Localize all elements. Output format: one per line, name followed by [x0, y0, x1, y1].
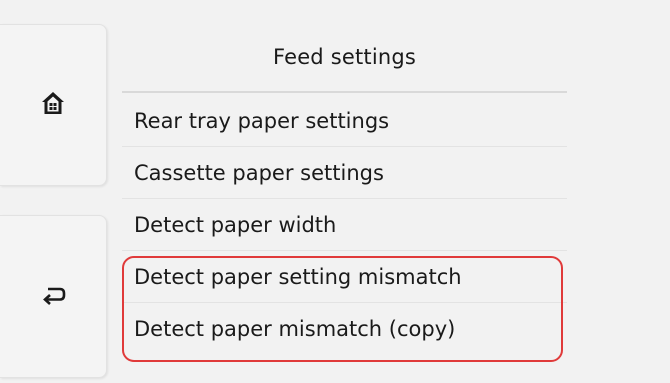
menu-item-detect-paper-mismatch-copy[interactable]: Detect paper mismatch (copy) [122, 303, 567, 355]
menu-item-detect-paper-width[interactable]: Detect paper width [122, 199, 567, 251]
back-button[interactable] [0, 215, 107, 378]
home-icon [40, 90, 66, 120]
home-button[interactable] [0, 24, 107, 186]
printer-screen: Feed settings Rear tray paper settings C… [0, 0, 670, 383]
menu-item-detect-paper-setting-mismatch[interactable]: Detect paper setting mismatch [122, 251, 567, 303]
back-arrow-icon [40, 284, 66, 310]
screen-title: Feed settings [272, 45, 417, 69]
settings-menu: Rear tray paper settings Cassette paper … [122, 95, 567, 355]
title-divider [122, 91, 567, 93]
menu-item-rear-tray-paper-settings[interactable]: Rear tray paper settings [122, 95, 567, 147]
menu-item-cassette-paper-settings[interactable]: Cassette paper settings [122, 147, 567, 199]
